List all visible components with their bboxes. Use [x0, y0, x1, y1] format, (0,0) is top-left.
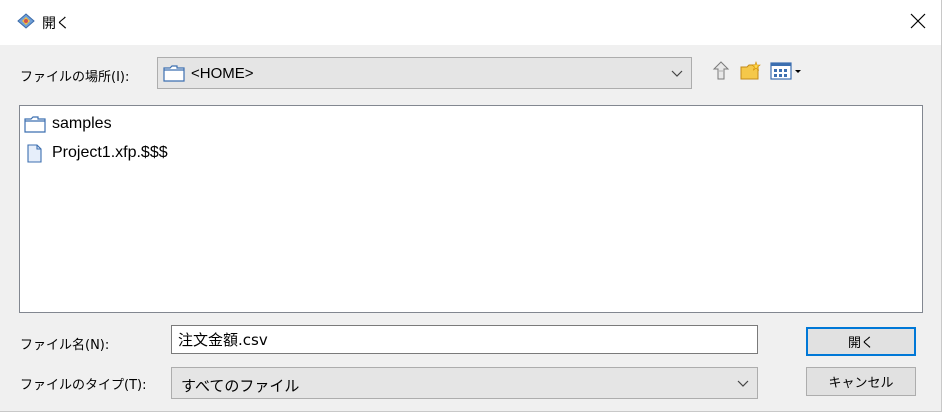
file-name-label: ファイル名(N): [20, 338, 110, 353]
chevron-down-icon[interactable] [737, 378, 749, 388]
close-button[interactable] [895, 0, 941, 45]
file-type-combobox[interactable]: すべてのファイル [171, 367, 758, 399]
list-item-label: Project1.xfp.$$$ [52, 144, 168, 161]
chevron-down-icon[interactable] [671, 68, 683, 78]
folder-icon [163, 65, 185, 86]
view-menu-button[interactable] [769, 62, 807, 84]
new-folder-icon [740, 61, 762, 85]
cancel-button[interactable]: キャンセル [806, 367, 916, 396]
new-folder-button[interactable] [740, 61, 762, 85]
list-item[interactable]: samples [24, 113, 112, 135]
list-item[interactable]: Project1.xfp.$$$ [24, 142, 168, 164]
close-icon [910, 13, 926, 33]
look-in-label: ファイルの場所(I): [20, 70, 130, 85]
file-name-input[interactable] [171, 325, 758, 354]
view-menu-icon [770, 61, 806, 85]
open-button[interactable]: 開く [806, 327, 916, 356]
look-in-value: <HOME> [191, 65, 254, 82]
file-type-value: すべてのファイル [181, 377, 300, 395]
file-list[interactable]: samples Project1.xfp.$$$ [19, 105, 923, 313]
up-one-level-icon [712, 61, 730, 85]
look-in-combobox[interactable]: <HOME> [157, 57, 692, 89]
up-one-level-button[interactable] [710, 61, 732, 85]
list-item-label: samples [52, 115, 112, 132]
open-dialog: 開く ファイルの場所(I): <HOME> samples Project1.x… [0, 0, 942, 412]
folder-icon [24, 115, 46, 133]
title-bar[interactable]: 開く [0, 0, 941, 45]
window-title: 開く [42, 16, 70, 32]
file-icon [24, 143, 46, 163]
app-icon [16, 12, 36, 30]
file-type-label: ファイルのタイプ(T): [20, 378, 147, 393]
